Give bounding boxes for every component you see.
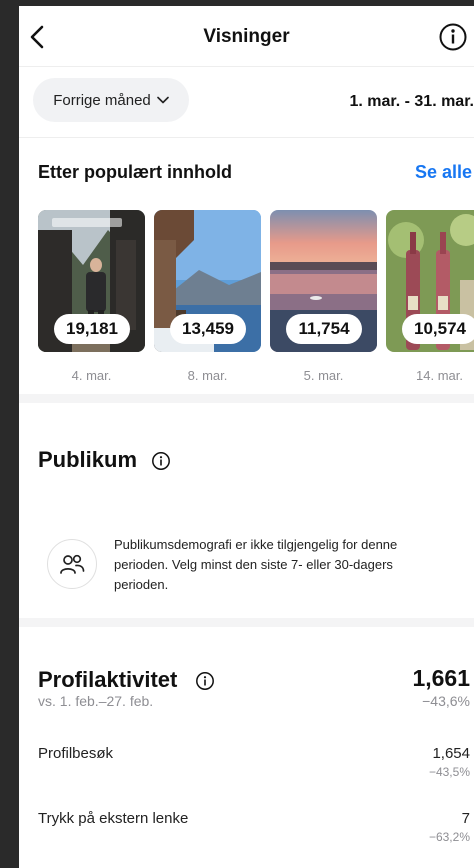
metric-value: 7 [461, 810, 470, 827]
comparison-period: vs. 1. feb.–27. feb. [38, 693, 154, 709]
metric-label: Profilbesøk [38, 745, 114, 762]
profile-activity-total: 1,661 [412, 665, 470, 691]
popular-thumbnails-row [19, 204, 474, 394]
audience-header: Publikum [19, 403, 474, 483]
audience-title: Publikum [38, 447, 138, 472]
audience-body: Publikumsdemografi er ikke tilgjengelig … [19, 483, 474, 618]
period-row: Forrige måned 1. mar. - 31. mar. [19, 67, 474, 137]
period-selector-label: Forrige måned [53, 91, 151, 109]
audience-unavailable-message: Publikumsdemografi er ikke tilgjengelig … [114, 537, 398, 592]
profile-activity-title: Profilaktivitet [38, 667, 178, 692]
period-selector-button[interactable]: Forrige måned [33, 78, 189, 122]
metric-value: 1,654 [432, 745, 470, 762]
info-circle-icon[interactable] [438, 22, 468, 52]
device-frame-left [0, 0, 19, 868]
section-gap [19, 618, 474, 627]
metric-change: −63,2% [428, 830, 470, 844]
metric-label: Trykk på ekstern lenke [38, 810, 189, 827]
chevron-down-icon [156, 96, 169, 104]
metric-change: −43,5% [428, 765, 470, 779]
people-icon-badge [47, 539, 97, 589]
section-gap [19, 394, 474, 403]
people-icon [60, 554, 85, 574]
info-circle-icon[interactable] [195, 671, 215, 691]
see-all-link[interactable]: Se alle [415, 162, 472, 183]
profile-activity-section: Profilaktivitet vs. 1. feb.–27. feb. 1,6… [19, 627, 474, 868]
header: Visninger [19, 6, 474, 66]
insights-screen: Visninger Forrige måned 1. mar. - 31. ma… [19, 6, 474, 868]
page-title: Visninger [203, 26, 290, 47]
popular-section-title: Etter populært innhold [38, 162, 232, 182]
popular-section-header: Etter populært innhold Se alle [19, 138, 474, 204]
date-range: 1. mar. - 31. mar. [349, 93, 474, 110]
info-circle-icon[interactable] [151, 451, 171, 471]
profile-activity-change: −43,6% [422, 693, 470, 709]
